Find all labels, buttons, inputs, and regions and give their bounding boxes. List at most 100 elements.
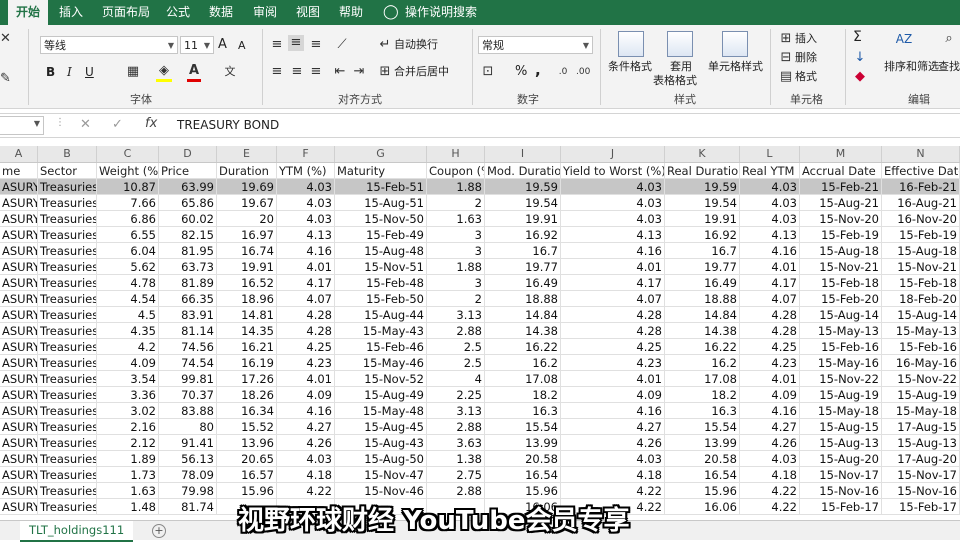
format-as-table-button-line2[interactable]: 表格格式 bbox=[653, 73, 697, 89]
table-cell[interactable]: 15-Feb-21 bbox=[800, 179, 882, 195]
table-cell[interactable]: Treasuries bbox=[38, 355, 97, 371]
table-cell[interactable]: ASURY bbox=[0, 307, 38, 323]
table-cell[interactable]: 16.49 bbox=[485, 275, 561, 291]
table-cell[interactable]: 4.07 bbox=[561, 291, 665, 307]
table-cell[interactable]: 15-Nov-16 bbox=[882, 483, 960, 499]
table-cell[interactable]: ASURY bbox=[0, 499, 38, 515]
table-cell[interactable]: 16.2 bbox=[485, 355, 561, 371]
table-cell[interactable]: 20.65 bbox=[217, 451, 277, 467]
table-cell[interactable]: 2.88 bbox=[427, 419, 485, 435]
table-cell[interactable]: 18.96 bbox=[217, 291, 277, 307]
table-cell[interactable]: Treasuries bbox=[38, 307, 97, 323]
table-cell[interactable]: 15-Nov-21 bbox=[800, 259, 882, 275]
table-cell[interactable]: Treasuries bbox=[38, 275, 97, 291]
table-cell[interactable]: 4.09 bbox=[277, 387, 335, 403]
table-cell[interactable]: 4.28 bbox=[740, 307, 800, 323]
header-cell[interactable]: Weight (%) bbox=[97, 163, 159, 179]
align-bottom-icon[interactable]: ≡ bbox=[309, 37, 323, 53]
table-cell[interactable]: 15-Feb-19 bbox=[882, 227, 960, 243]
tell-me-search[interactable]: 操作说明搜索 bbox=[405, 0, 477, 25]
table-cell[interactable]: 13.99 bbox=[485, 435, 561, 451]
table-cell[interactable]: Treasuries bbox=[38, 387, 97, 403]
table-cell[interactable]: 16.54 bbox=[665, 467, 740, 483]
table-cell[interactable]: 66.35 bbox=[159, 291, 217, 307]
table-cell[interactable]: 16-May-16 bbox=[882, 355, 960, 371]
table-cell[interactable]: 15-Aug-18 bbox=[800, 243, 882, 259]
enter-icon[interactable]: ✓ bbox=[112, 117, 123, 132]
table-cell[interactable]: 16.3 bbox=[485, 403, 561, 419]
table-cell[interactable]: Treasuries bbox=[38, 243, 97, 259]
table-cell[interactable]: 4.03 bbox=[277, 195, 335, 211]
header-cell[interactable]: YTM (%) bbox=[277, 163, 335, 179]
table-cell[interactable]: 19.91 bbox=[485, 211, 561, 227]
table-cell[interactable]: 19.59 bbox=[665, 179, 740, 195]
table-cell[interactable]: 15-Feb-48 bbox=[335, 275, 427, 291]
table-cell[interactable]: 7.66 bbox=[97, 195, 159, 211]
table-cell[interactable]: 74.56 bbox=[159, 339, 217, 355]
tab-review[interactable]: 审阅 bbox=[253, 0, 277, 25]
table-cell[interactable]: 2.88 bbox=[427, 323, 485, 339]
formula-input[interactable]: TREASURY BOND bbox=[177, 118, 279, 132]
column-header-b[interactable]: B bbox=[38, 146, 97, 162]
font-color-icon[interactable]: A bbox=[187, 63, 201, 82]
table-cell[interactable]: 4.17 bbox=[740, 275, 800, 291]
table-cell[interactable]: 14.84 bbox=[665, 307, 740, 323]
table-cell[interactable]: 15-Aug-14 bbox=[882, 307, 960, 323]
underline-button[interactable]: U bbox=[85, 64, 94, 80]
table-cell[interactable]: 4.27 bbox=[740, 419, 800, 435]
table-cell[interactable]: 19.54 bbox=[485, 195, 561, 211]
table-cell[interactable]: Treasuries bbox=[38, 435, 97, 451]
table-cell[interactable]: 15-Aug-13 bbox=[800, 435, 882, 451]
comma-button[interactable]: , bbox=[535, 62, 541, 78]
table-cell[interactable]: 1.63 bbox=[427, 211, 485, 227]
table-cell[interactable]: 81.14 bbox=[159, 323, 217, 339]
tab-home[interactable]: 开始 bbox=[8, 0, 49, 25]
table-cell[interactable]: 4.22 bbox=[740, 499, 800, 515]
table-cell[interactable]: 4.16 bbox=[561, 243, 665, 259]
table-cell[interactable]: 15-Aug-45 bbox=[335, 419, 427, 435]
table-cell[interactable]: 15-May-46 bbox=[335, 355, 427, 371]
column-header-a[interactable]: A bbox=[0, 146, 38, 162]
table-cell[interactable]: 4.16 bbox=[277, 403, 335, 419]
table-cell[interactable]: ASURY bbox=[0, 179, 38, 195]
table-cell[interactable]: 2.12 bbox=[97, 435, 159, 451]
table-cell[interactable]: Treasuries bbox=[38, 403, 97, 419]
table-cell[interactable]: 4.01 bbox=[561, 259, 665, 275]
table-cell[interactable]: 4.18 bbox=[740, 467, 800, 483]
table-cell[interactable]: Treasuries bbox=[38, 339, 97, 355]
table-cell[interactable]: 15-Aug-21 bbox=[800, 195, 882, 211]
delete-cells-button[interactable]: 删除 bbox=[795, 50, 817, 66]
table-cell[interactable]: 4.28 bbox=[277, 323, 335, 339]
table-cell[interactable]: 18.2 bbox=[665, 387, 740, 403]
number-format-combo[interactable]: 常规 ▼ bbox=[478, 36, 593, 54]
table-cell[interactable]: 15.96 bbox=[217, 483, 277, 499]
table-cell[interactable]: ASURY bbox=[0, 419, 38, 435]
column-header-n[interactable]: N bbox=[882, 146, 960, 162]
table-cell[interactable]: 4.09 bbox=[740, 387, 800, 403]
column-header-i[interactable]: I bbox=[485, 146, 561, 162]
tab-view[interactable]: 视图 bbox=[296, 0, 320, 25]
column-header-l[interactable]: L bbox=[740, 146, 800, 162]
table-cell[interactable]: 16.7 bbox=[665, 243, 740, 259]
conditional-format-icon[interactable] bbox=[618, 31, 644, 57]
table-cell[interactable]: 10.87 bbox=[97, 179, 159, 195]
table-cell[interactable]: 4.13 bbox=[740, 227, 800, 243]
table-cell[interactable]: 2.5 bbox=[427, 339, 485, 355]
insert-cells-button[interactable]: 插入 bbox=[795, 31, 817, 47]
table-cell[interactable]: Treasuries bbox=[38, 259, 97, 275]
header-cell[interactable]: Sector bbox=[38, 163, 97, 179]
table-cell[interactable]: 78.09 bbox=[159, 467, 217, 483]
percent-button[interactable]: % bbox=[515, 64, 527, 80]
table-cell[interactable]: 16.7 bbox=[485, 243, 561, 259]
table-cell[interactable]: 4.17 bbox=[277, 275, 335, 291]
table-cell[interactable]: 15-Feb-46 bbox=[335, 339, 427, 355]
column-header-g[interactable]: G bbox=[335, 146, 427, 162]
table-cell[interactable]: 17-Aug-15 bbox=[882, 419, 960, 435]
table-cell[interactable]: 15-May-13 bbox=[800, 323, 882, 339]
table-cell[interactable]: 20 bbox=[217, 211, 277, 227]
wrap-text-button[interactable]: 自动换行 bbox=[394, 37, 438, 53]
cut-icon[interactable]: ✕ bbox=[0, 31, 11, 47]
table-cell[interactable]: 13.96 bbox=[217, 435, 277, 451]
table-cell[interactable]: ASURY bbox=[0, 211, 38, 227]
table-cell[interactable]: 65.86 bbox=[159, 195, 217, 211]
